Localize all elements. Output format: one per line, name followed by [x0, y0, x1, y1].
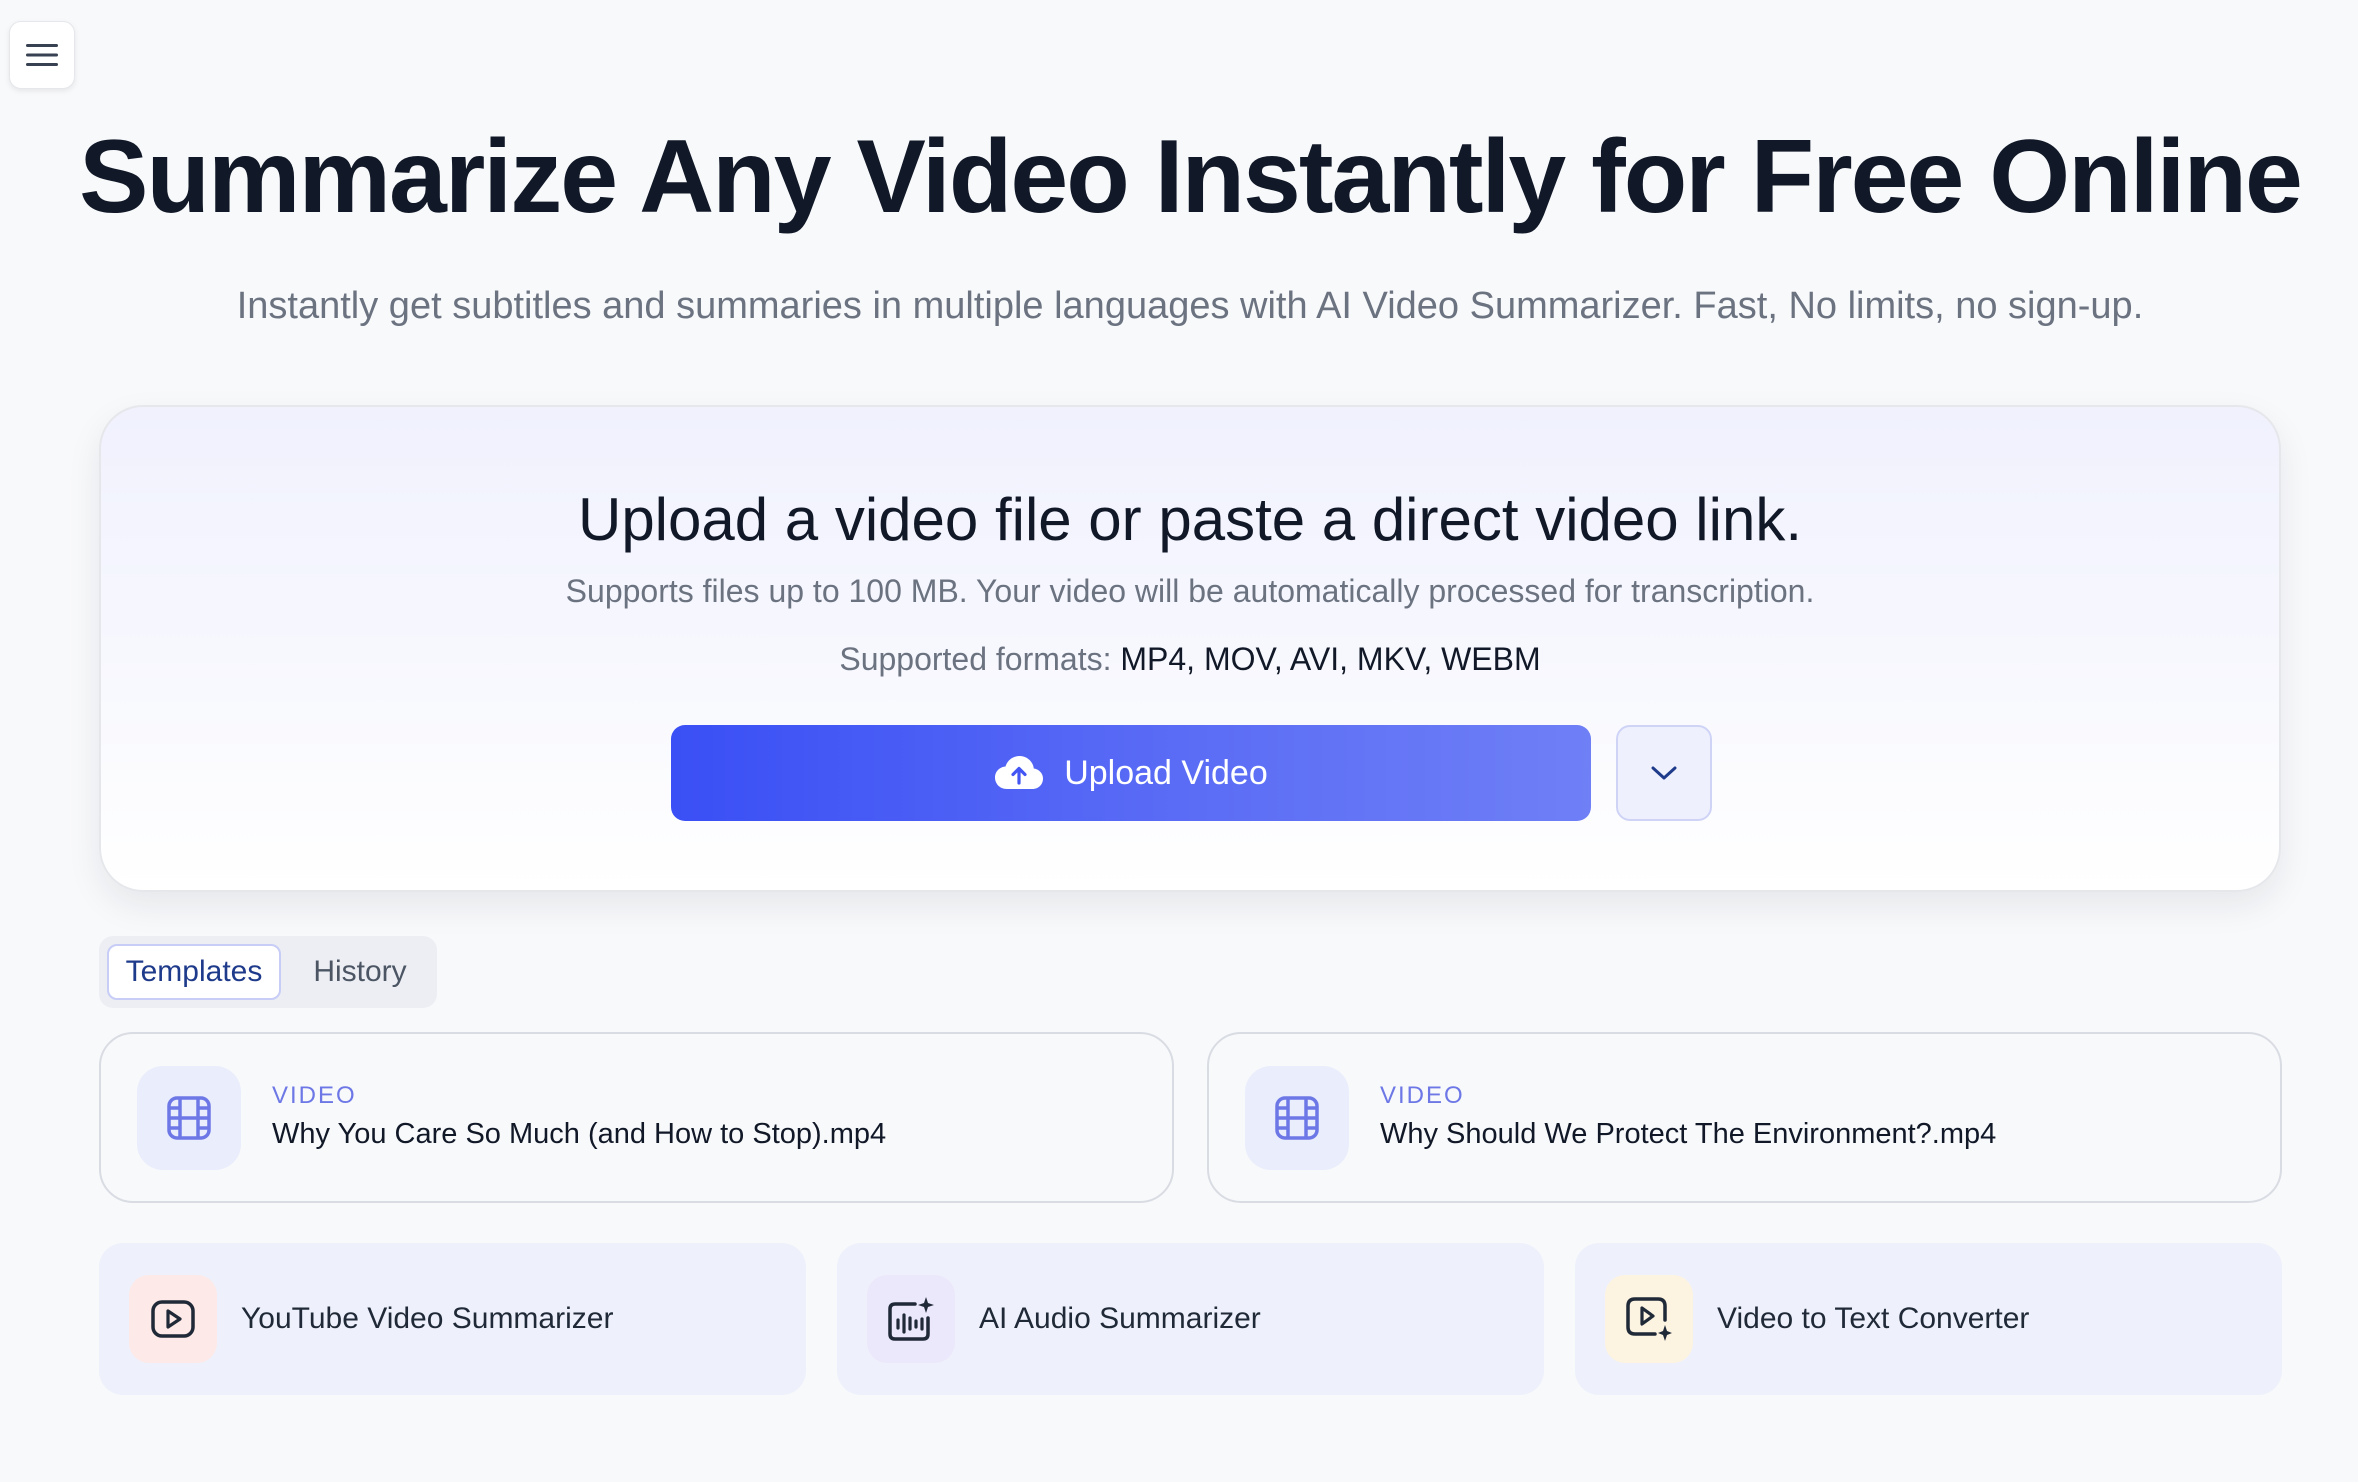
tool-label: Video to Text Converter — [1717, 1302, 2030, 1335]
supported-formats-list: MP4, MOV, AVI, MKV, WEBM — [1120, 641, 1541, 677]
tool-label: AI Audio Summarizer — [979, 1302, 1261, 1335]
file-type-label: VIDEO — [272, 1082, 357, 1109]
file-icon-container — [137, 1066, 241, 1170]
tool-ai-audio-summarizer[interactable]: AI Audio Summarizer — [837, 1243, 1544, 1395]
upload-options-dropdown[interactable] — [1616, 725, 1712, 821]
tab-templates[interactable]: Templates — [107, 944, 281, 1000]
hamburger-menu-icon — [26, 44, 58, 66]
video-text-icon — [1626, 1297, 1672, 1341]
youtube-play-icon — [151, 1300, 195, 1338]
film-icon — [1275, 1096, 1319, 1140]
tool-icon-container — [867, 1275, 955, 1363]
tool-youtube-video-summarizer[interactable]: YouTube Video Summarizer — [99, 1243, 806, 1395]
cloud-upload-icon — [995, 756, 1044, 789]
file-card[interactable]: VIDEO Why Should We Protect The Environm… — [1207, 1032, 2282, 1203]
chevron-down-icon — [1651, 766, 1677, 780]
upload-card-description: Supports files up to 100 MB. Your video … — [565, 573, 1815, 609]
tool-icon-container — [1605, 1275, 1693, 1363]
audio-sparkle-icon — [888, 1297, 934, 1341]
supported-formats-label: Supported formats: — [839, 641, 1112, 677]
film-icon — [167, 1096, 211, 1140]
file-name: Why Should We Protect The Environment?.m… — [1380, 1118, 1997, 1150]
tool-icon-container — [129, 1275, 217, 1363]
supported-formats: Supported formats: MP4, MOV, AVI, MKV, W… — [101, 637, 2279, 681]
upload-video-button-label: Upload Video — [1064, 753, 1268, 792]
file-type-label: VIDEO — [1380, 1082, 1465, 1109]
file-icon-container — [1245, 1066, 1349, 1170]
tab-history[interactable]: History — [291, 944, 429, 1000]
tab-bar: Templates History — [99, 936, 437, 1008]
file-name: Why You Care So Much (and How to Stop).m… — [272, 1118, 887, 1150]
page-subtitle: Instantly get subtitles and summaries in… — [236, 285, 2144, 327]
tool-video-to-text-converter[interactable]: Video to Text Converter — [1575, 1243, 2282, 1395]
upload-card-title: Upload a video file or paste a direct vi… — [577, 486, 1803, 553]
menu-button[interactable] — [9, 21, 75, 89]
upload-video-button[interactable]: Upload Video — [671, 725, 1591, 821]
upload-card: Upload a video file or paste a direct vi… — [99, 405, 2281, 892]
page: Summarize Any Video Instantly for Free O… — [0, 0, 2358, 1482]
page-title: Summarize Any Video Instantly for Free O… — [79, 119, 2303, 235]
file-card[interactable]: VIDEO Why You Care So Much (and How to S… — [99, 1032, 1174, 1203]
tool-label: YouTube Video Summarizer — [241, 1302, 614, 1335]
